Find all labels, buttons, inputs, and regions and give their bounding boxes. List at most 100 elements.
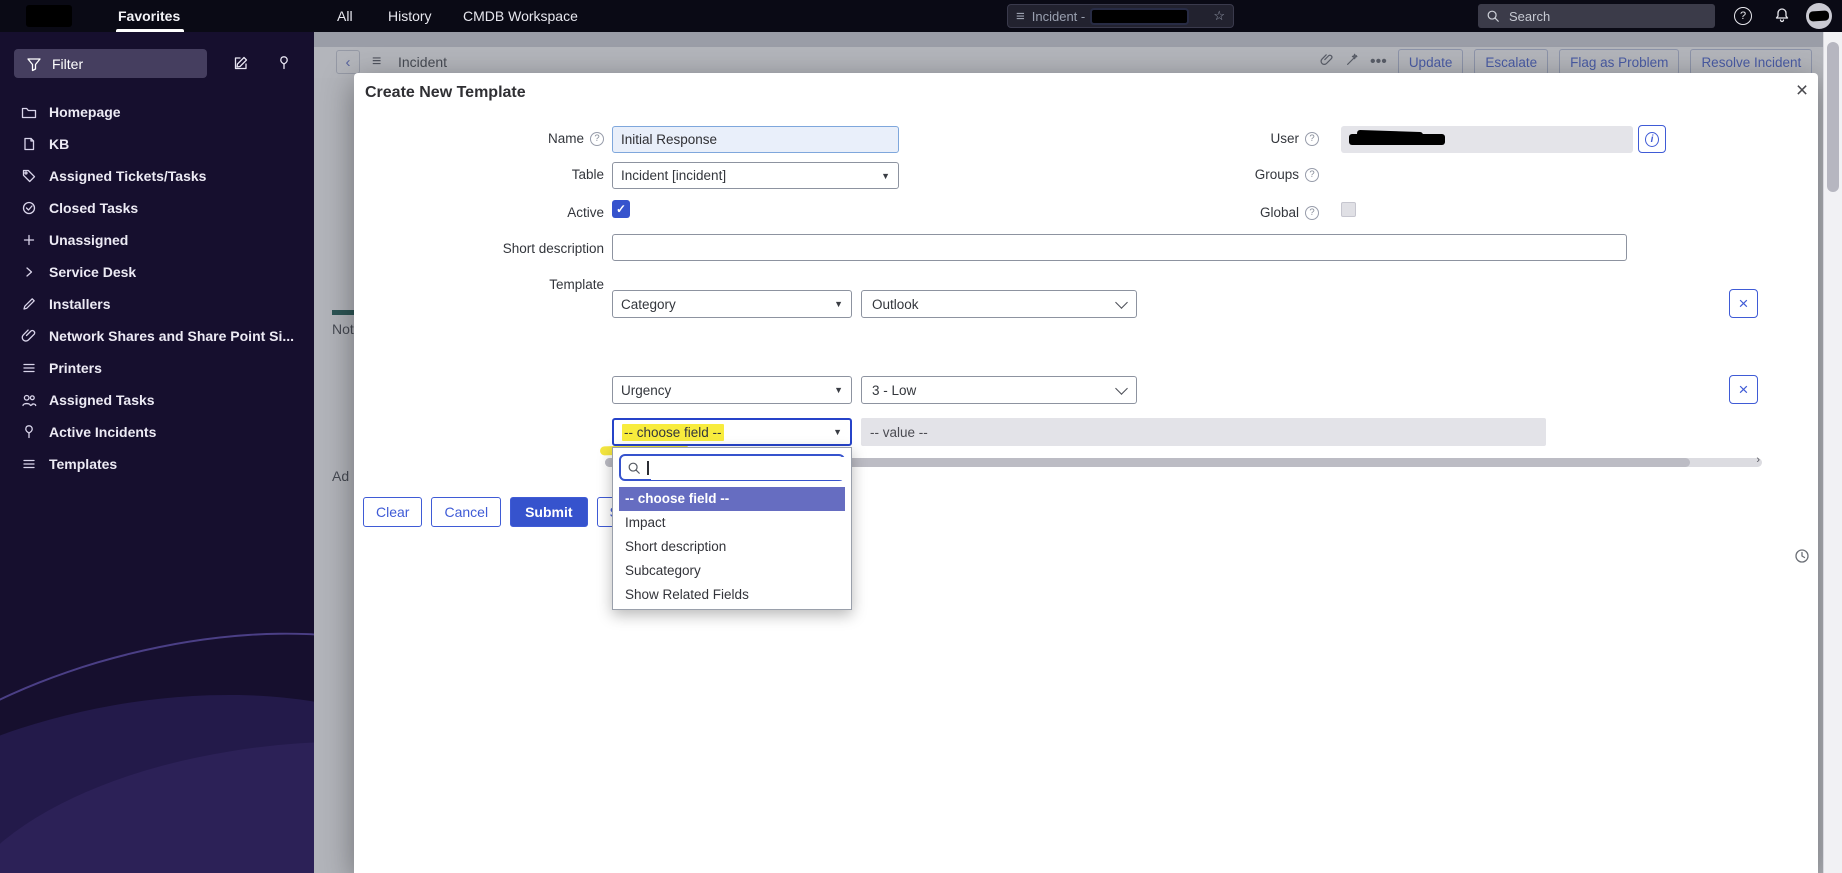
omnibox-text: Incident - (1031, 8, 1086, 24)
global-checkbox[interactable] (1341, 202, 1356, 217)
plus-icon (21, 232, 37, 248)
sidebar-item-network-shares[interactable]: Network Shares and Share Point Si... (0, 320, 314, 352)
sidebar-item-installers[interactable]: Installers (0, 288, 314, 320)
groups-label: Groups (1254, 167, 1299, 182)
vertical-scrollbar-thumb[interactable] (1827, 42, 1839, 192)
dropdown-option-show-related-fields[interactable]: Show Related Fields (619, 583, 845, 607)
sidebar-item-label: Closed Tasks (49, 200, 139, 216)
response-time-clock-icon[interactable] (1794, 548, 1810, 569)
help-icon[interactable]: ? (1305, 206, 1319, 220)
dropdown-option-impact[interactable]: Impact (619, 511, 845, 535)
nav-all[interactable]: All (337, 0, 353, 32)
pin-sidebar-icon[interactable] (276, 55, 292, 76)
top-navigation-bar: Favorites All History CMDB Workspace ≡ I… (0, 0, 1842, 32)
user-info-icon[interactable]: i (1638, 125, 1666, 153)
submit-button[interactable]: Submit (510, 497, 588, 527)
filter-icon (27, 57, 41, 71)
short-description-input[interactable] (612, 234, 1627, 261)
notifications-bell-icon[interactable] (1774, 7, 1790, 26)
user-field[interactable] (1341, 126, 1633, 153)
hamburger-icon: ≡ (1016, 7, 1025, 25)
sidebar-item-label: Assigned Tasks (49, 392, 155, 408)
tab-favorites[interactable]: Favorites (118, 0, 180, 32)
nav-cmdb-workspace[interactable]: CMDB Workspace (463, 0, 578, 32)
template-value-select-1[interactable]: Outlook (861, 290, 1137, 318)
sidebar-item-label: Unassigned (49, 232, 129, 248)
sidebar-item-templates[interactable]: Templates (0, 448, 314, 480)
template-label: Template (549, 277, 604, 292)
remove-template-row-button[interactable]: × (1729, 289, 1758, 318)
template-field-select-1[interactable]: Category ▼ (612, 290, 852, 318)
users-icon (21, 392, 37, 408)
modal-title: Create New Template (365, 84, 526, 101)
checkmark-icon: ✓ (615, 202, 627, 216)
sidebar-item-assigned-tickets-tasks[interactable]: Assigned Tickets/Tasks (0, 160, 314, 192)
template-field-select-2[interactable]: Urgency ▼ (612, 376, 852, 404)
table-select-value: Incident [incident] (621, 168, 727, 183)
value-select-value: 3 - Low (872, 382, 917, 398)
sidebar-item-homepage[interactable]: Homepage (0, 96, 314, 128)
sidebar-item-assigned-tasks[interactable]: Assigned Tasks (0, 384, 314, 416)
dropdown-search-input[interactable] (651, 457, 845, 480)
short-description-label-row: Short description (374, 240, 604, 258)
clear-button[interactable]: Clear (363, 497, 423, 527)
sidebar-item-closed-tasks[interactable]: Closed Tasks (0, 192, 314, 224)
sidebar-item-label: Service Desk (49, 264, 137, 280)
sidebar-item-kb[interactable]: KB (0, 128, 314, 160)
star-icon[interactable]: ☆ (1213, 8, 1225, 24)
template-value-select-2[interactable]: 3 - Low (861, 376, 1137, 404)
template-field-select-3-focused[interactable]: -- choose field -- ▼ (612, 418, 852, 446)
remove-template-row-button[interactable]: × (1729, 375, 1758, 404)
dropdown-option-choose-field[interactable]: -- choose field -- (619, 487, 845, 511)
avatar[interactable] (1806, 3, 1832, 29)
dropdown-option-subcategory[interactable]: Subcategory (619, 559, 845, 583)
dropdown-search-box[interactable] (619, 454, 845, 481)
help-icon[interactable]: ? (1305, 168, 1319, 182)
sidebar-item-label: Active Incidents (49, 424, 157, 440)
pin-icon (21, 424, 37, 440)
sidebar-item-label: Assigned Tickets/Tasks (49, 168, 207, 184)
active-checkbox[interactable]: ✓ (612, 200, 630, 218)
groups-label-row: Groups ? (1089, 166, 1319, 184)
table-label-row: Table (374, 166, 604, 184)
name-input[interactable] (612, 126, 899, 153)
name-label-row: Name ? (374, 130, 604, 148)
cancel-button[interactable]: Cancel (431, 497, 502, 527)
paperclip-icon (21, 328, 37, 344)
vertical-scrollbar[interactable] (1823, 32, 1842, 873)
sidebar-item-label: Templates (49, 456, 118, 472)
global-label: Global (1259, 205, 1299, 220)
avatar-redaction (1808, 10, 1830, 22)
dropdown-option-short-description[interactable]: Short description (619, 535, 845, 559)
global-search[interactable] (1478, 4, 1715, 28)
favorites-active-underline (116, 29, 184, 32)
edit-favorites-icon[interactable] (233, 55, 249, 76)
check-circle-icon (21, 200, 37, 216)
global-label-row: Global ? (1089, 204, 1319, 222)
navigator-menu: Homepage KB Assigned Tickets/Tasks Close… (0, 96, 314, 480)
folder-icon (21, 104, 37, 120)
text-cursor (647, 461, 649, 475)
chevron-down-icon: ▼ (881, 170, 890, 181)
value-select-value: Outlook (872, 296, 919, 312)
chevron-down-icon (1115, 381, 1128, 395)
sidebar-item-service-desk[interactable]: Service Desk (0, 256, 314, 288)
sidebar-item-label: Installers (49, 296, 111, 312)
scroll-right-arrow-icon[interactable]: › (1756, 454, 1760, 466)
global-search-input[interactable] (1507, 7, 1681, 25)
sidebar-item-label: Network Shares and Share Point Si... (49, 328, 295, 344)
filter-navigator-button[interactable]: Filter (14, 49, 207, 78)
sidebar-item-printers[interactable]: Printers (0, 352, 314, 384)
table-select[interactable]: Incident [incident] ▼ (612, 162, 899, 189)
servicenow-logo[interactable] (26, 5, 72, 27)
chevron-right-icon (21, 264, 37, 280)
help-icon[interactable]: ? (590, 132, 604, 146)
sidebar-item-unassigned[interactable]: Unassigned (0, 224, 314, 256)
help-icon[interactable]: ? (1305, 132, 1319, 146)
nav-history[interactable]: History (388, 0, 432, 32)
user-label-row: User ? (1089, 130, 1319, 148)
close-icon[interactable]: × (1788, 77, 1816, 105)
help-icon[interactable]: ? (1734, 7, 1752, 25)
sidebar-item-active-incidents[interactable]: Active Incidents (0, 416, 314, 448)
open-record-omnibox[interactable]: ≡ Incident - ☆ (1007, 4, 1234, 28)
